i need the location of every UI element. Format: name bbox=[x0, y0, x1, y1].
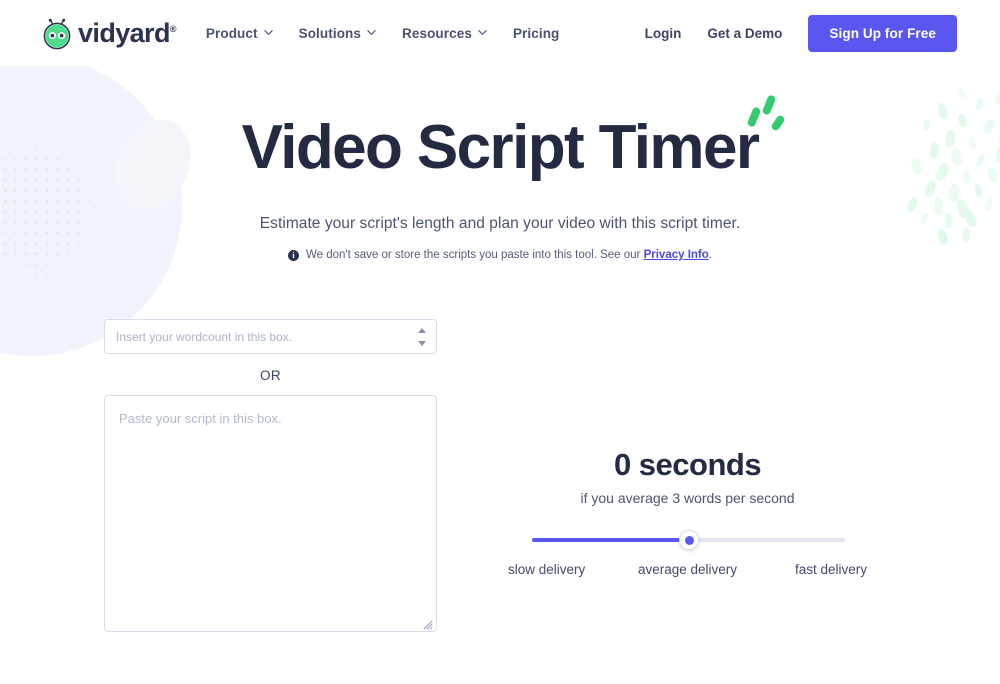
vidyard-robot-icon bbox=[40, 16, 74, 50]
primary-nav-links: Product Solutions Resources Pricing bbox=[206, 26, 560, 41]
wordcount-field[interactable] bbox=[104, 319, 437, 354]
page-root: vidyard® Product Solutions Resources Pri… bbox=[0, 0, 1000, 684]
delivery-speed-slider[interactable] bbox=[532, 530, 845, 550]
number-spinner-icon[interactable] bbox=[416, 327, 427, 346]
slider-label-average: average delivery bbox=[637, 562, 738, 577]
estimated-duration: 0 seconds bbox=[613, 447, 762, 482]
nav-item-solutions-label: Solutions bbox=[298, 25, 361, 41]
slider-fill bbox=[532, 538, 689, 542]
slider-label-fast: fast delivery bbox=[794, 562, 867, 577]
nav-item-pricing[interactable]: Pricing bbox=[513, 26, 559, 41]
nav-item-solutions[interactable]: Solutions bbox=[299, 26, 376, 41]
or-divider-label: OR bbox=[259, 368, 282, 383]
slider-label-slow: slow delivery bbox=[508, 562, 586, 577]
nav-item-resources-label: Resources bbox=[402, 25, 472, 41]
login-link[interactable]: Login bbox=[645, 26, 682, 41]
hero-section: Video Script Timer Estimate your script'… bbox=[0, 66, 1000, 261]
nav-actions: Login Get a Demo Sign Up for Free bbox=[645, 14, 957, 52]
input-column: OR bbox=[104, 319, 437, 632]
privacy-notice-text: We don't save or store the scripts you p… bbox=[306, 249, 712, 261]
sign-up-for-free-button[interactable]: Sign Up for Free bbox=[808, 14, 957, 52]
result-column: 0 seconds if you average 3 words per sec… bbox=[480, 449, 895, 580]
get-a-demo-link[interactable]: Get a Demo bbox=[707, 26, 782, 41]
slider-labels: slow delivery average delivery fast deli… bbox=[480, 562, 895, 580]
page-title: Video Script Timer bbox=[242, 94, 787, 179]
wordcount-input[interactable] bbox=[105, 320, 436, 353]
info-icon: i bbox=[288, 249, 299, 261]
privacy-info-link[interactable]: Privacy Info bbox=[644, 249, 709, 261]
privacy-notice: i We don't save or store the scripts you… bbox=[0, 249, 1000, 261]
page-title-text: Video Script Timer bbox=[241, 113, 760, 182]
script-textarea[interactable] bbox=[117, 408, 424, 619]
slider-thumb[interactable] bbox=[679, 530, 699, 550]
top-navigation-bar: vidyard® Product Solutions Resources Pri… bbox=[0, 0, 1000, 66]
sparkle-accent-icon bbox=[746, 93, 792, 141]
nav-item-product-label: Product bbox=[205, 25, 258, 41]
chevron-down-icon bbox=[263, 28, 273, 37]
vidyard-logo[interactable]: vidyard® bbox=[40, 16, 176, 50]
hero-subtitle: Estimate your script's length and plan y… bbox=[259, 215, 741, 232]
chevron-down-icon bbox=[367, 28, 376, 37]
nav-item-pricing-label: Pricing bbox=[512, 25, 560, 41]
script-textarea-wrapper[interactable] bbox=[104, 395, 437, 632]
nav-item-resources[interactable]: Resources bbox=[402, 26, 487, 41]
resize-grip-icon[interactable] bbox=[422, 617, 433, 630]
vidyard-wordmark: vidyard® bbox=[78, 17, 176, 48]
nav-item-product[interactable]: Product bbox=[206, 26, 273, 41]
estimated-duration-note: if you average 3 words per second bbox=[580, 490, 795, 506]
chevron-down-icon bbox=[478, 28, 487, 37]
